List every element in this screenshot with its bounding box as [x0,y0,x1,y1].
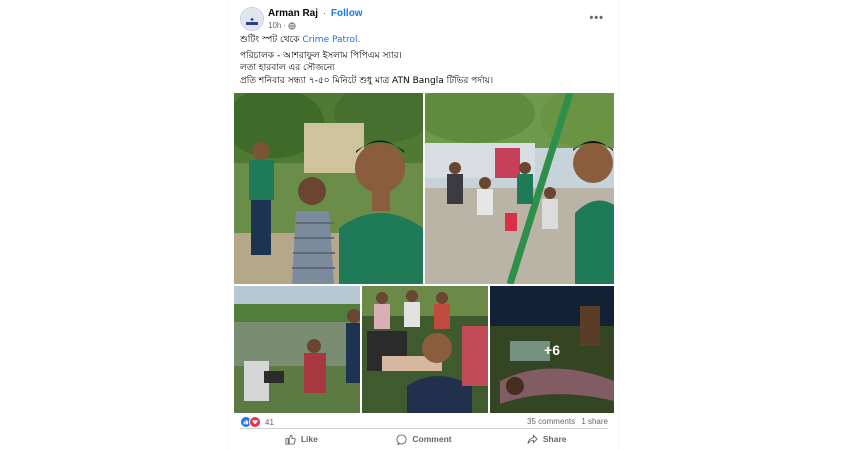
shares-count[interactable]: 1 share [581,417,608,426]
share-button[interactable]: Share [485,430,608,448]
thumbs-up-icon [285,434,296,445]
author-line: Arman Raj · Follow [268,8,363,19]
post-meta: 10h · [268,21,296,30]
photo-2[interactable] [425,93,614,284]
more-dots-icon[interactable]: ••• [589,12,604,24]
post-text-line-2: পরিচালক - আশরাফুল ইসলাম পিপিএম স্যার। [240,50,402,61]
post-text-link[interactable]: Crime Patrol. [302,35,360,45]
author-avatar[interactable]: ✦ [240,7,264,31]
comments-shares-stats: 35 comments 1 share [527,417,608,426]
photo-5[interactable]: +6 [490,286,614,413]
post-text-line-1: শুটিং স্পট থেকে Crime Patrol. [240,35,361,45]
facebook-post-card: ✦ Arman Raj · Follow 10h · ••• শুটিং স্প… [229,0,618,450]
post-text-line-4: প্রতি শনিবার সন্ধ্যা ৭-৫০ মিনিটে শুধু মা… [240,75,494,86]
post-time[interactable]: 10h [268,21,281,30]
divider [240,428,608,429]
photo-grid: +6 [234,93,614,413]
like-label: Like [300,434,318,444]
comment-button[interactable]: Comment [363,430,486,448]
photo-1[interactable] [234,93,423,284]
globe-icon [288,21,296,30]
share-icon [527,433,538,444]
action-bar: Like Comment Share [240,430,608,448]
post-text-line-3: লতা হারবাল এর সৌজন্যে [240,63,335,73]
reactions[interactable]: 41 [240,416,274,428]
author-name[interactable]: Arman Raj [268,8,318,19]
comment-icon [396,433,407,445]
share-label: Share [542,434,567,444]
comment-label: Comment [412,434,452,444]
post-header: ✦ Arman Raj · Follow 10h · ••• [240,6,610,32]
like-button[interactable]: Like [240,430,363,448]
photo-3[interactable] [234,286,360,413]
reaction-count: 41 [265,417,274,427]
photo-4[interactable] [362,286,488,413]
comments-count[interactable]: 35 comments [527,417,575,426]
separator-dot: · [322,8,327,19]
reaction-stats-bar: 41 35 comments 1 share [240,414,608,428]
love-reaction-icon [249,416,261,428]
more-photos-overlay[interactable]: +6 [490,286,614,413]
post-text: শুটিং স্পট থেকে Crime Patrol. পরিচালক - … [240,34,612,87]
follow-button[interactable]: Follow [331,8,363,19]
